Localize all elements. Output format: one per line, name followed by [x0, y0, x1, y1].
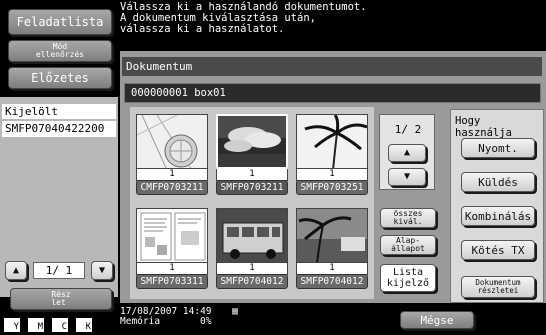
toner-y: Y [4, 318, 20, 332]
thumbnail-smfp0703211[interactable]: 1 SMFP0703211 [216, 114, 288, 195]
thumbnail-name: SMFP0703311 [136, 274, 208, 289]
default-state-button[interactable]: Alap- állapot [380, 235, 436, 255]
palm-photo-thumb [296, 114, 368, 169]
preview-label: Előzetes [31, 71, 89, 85]
thumbnail-cmfp0703211[interactable]: 1 CMFP0703211 [136, 114, 208, 195]
toner-k: K [76, 318, 92, 332]
list-display-button[interactable]: Lista kijelző [380, 264, 436, 292]
page-indicator: 1/ 2 [394, 123, 422, 136]
select-all-button[interactable]: összes kivál. [380, 208, 436, 228]
document-details-label: Dokumentum részletei [475, 278, 521, 295]
document-details-button[interactable]: Dokumentum részletei [461, 276, 535, 298]
status-bar: 17/08/2007 14:49 Memória 0% [120, 307, 212, 327]
preview-button[interactable]: Előzetes [8, 67, 112, 89]
document-scan-thumb [136, 208, 208, 263]
combine-button[interactable]: Kombinálás [461, 206, 535, 226]
thumbnail-smfp0703311[interactable]: 1 SMFP0703311 [136, 208, 208, 289]
memory-icon: ▦ [232, 306, 239, 317]
palm-photo-2-thumb [296, 208, 368, 263]
thumbnail-name: CMFP0703211 [136, 180, 208, 195]
select-all-label: összes kivál. [393, 209, 423, 226]
left-pager: ▲ 1/ 1 ▼ [5, 261, 115, 281]
left-page-up-button[interactable]: ▲ [5, 261, 27, 280]
toner-levels: Y M C K [4, 318, 114, 334]
toner-m: M [28, 318, 44, 332]
arrow-up-icon: ▲ [403, 147, 411, 158]
message-line-3: válassza ki a használatot. [120, 23, 285, 35]
bus-photo-thumb [216, 208, 288, 263]
thumbnail-smfp0703251[interactable]: 1 SMFP0703251 [296, 114, 368, 195]
task-list-label: Feladatlista [16, 15, 104, 29]
arrow-up-icon: ▲ [12, 264, 20, 276]
page-down-button[interactable]: ▼ [388, 168, 426, 186]
left-column: Feladatlista Mód ellenőrzés Előzetes Kij… [0, 0, 118, 335]
combine-label: Kombinálás [464, 209, 532, 223]
task-list-button[interactable]: Feladatlista [8, 9, 112, 35]
thumbnail-name: SMFP0703251 [296, 180, 368, 195]
document-panel: Dokumentum 000000001 box01 1 CMFP0703211 [120, 51, 546, 303]
detail-label: Rész let [51, 290, 71, 307]
page-up-button[interactable]: ▲ [388, 144, 426, 162]
document-title: Dokumentum [122, 57, 542, 76]
thumbnail-smfp0704012-b[interactable]: 1 SMFP0704012 [296, 208, 368, 289]
send-button[interactable]: Küldés [461, 172, 535, 192]
selected-file-list-title: Kijelölt fájllista [2, 104, 116, 133]
thumbnail-name: SMFP0703211 [216, 180, 288, 195]
left-page-down-button[interactable]: ▼ [91, 261, 113, 280]
document-pager: 1/ 2 ▲ ▼ [379, 114, 435, 190]
list-display-label: Lista kijelző [386, 267, 430, 289]
thumbnail-name: SMFP0704012 [216, 274, 288, 289]
bind-tx-button[interactable]: Kötés TX [461, 240, 535, 260]
left-page-indicator: 1/ 1 [33, 262, 85, 279]
detail-button[interactable]: Rész let [10, 288, 112, 310]
arrow-down-icon: ▼ [403, 171, 411, 182]
print-button[interactable]: Nyomt. [461, 138, 535, 158]
instruction-message: Válassza ki a használandó dokumentumot. … [120, 2, 540, 50]
box-name: 000000001 box01 [124, 83, 541, 103]
mode-check-label: Mód ellenőrzés [35, 42, 85, 59]
arrow-down-icon: ▼ [98, 264, 106, 276]
memory-label: Memória [120, 316, 161, 327]
default-state-label: Alap- állapot [391, 236, 425, 253]
how-to-use-panel: Hogy használja Nyomt. Küldés Kombinálás … [450, 109, 544, 303]
sky-photo-thumb [216, 114, 288, 169]
how-to-use-title: Hogy használja [455, 115, 512, 139]
thumbnail-name: SMFP0704012 [296, 274, 368, 289]
bind-tx-label: Kötés TX [471, 243, 525, 257]
cancel-button[interactable]: Mégse [400, 311, 474, 329]
toner-c: C [52, 318, 68, 332]
selected-file-item[interactable]: SMFP07040422200 [2, 121, 116, 137]
print-label: Nyomt. [478, 141, 518, 155]
memory-value: 0% [200, 316, 212, 327]
send-label: Küldés [478, 175, 518, 189]
orange-photo-thumb [136, 114, 208, 169]
thumbnail-smfp0704012-a[interactable]: 1 SMFP0704012 [216, 208, 288, 289]
cancel-label: Mégse [420, 313, 454, 327]
mode-check-button[interactable]: Mód ellenőrzés [8, 40, 112, 62]
